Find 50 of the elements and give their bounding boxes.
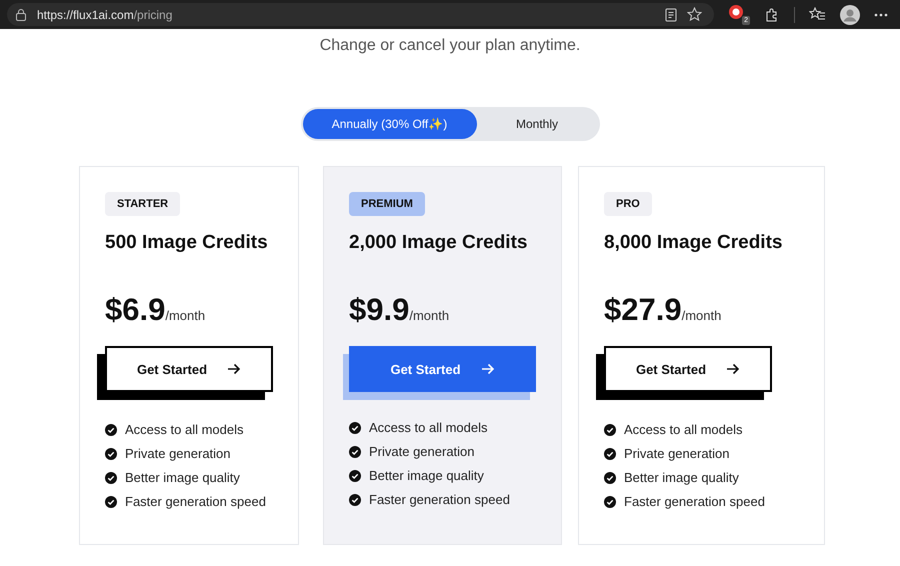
check-icon bbox=[604, 472, 616, 484]
avatar-icon[interactable] bbox=[840, 4, 860, 24]
arrow-icon bbox=[227, 363, 242, 375]
check-icon bbox=[349, 470, 361, 482]
feature-text: Access to all models bbox=[369, 420, 488, 435]
billing-option[interactable]: Monthly bbox=[476, 109, 598, 139]
price-period: /month bbox=[165, 308, 206, 323]
feature-text: Private generation bbox=[369, 444, 475, 459]
check-icon bbox=[604, 496, 616, 508]
plan-badge: STARTER bbox=[105, 192, 180, 216]
check-icon bbox=[105, 472, 117, 484]
feature-text: Faster generation speed bbox=[369, 492, 510, 507]
check-icon bbox=[105, 496, 117, 508]
arrow-icon bbox=[726, 363, 740, 375]
plan-badge: PRO bbox=[604, 192, 652, 216]
plan-badge: PREMIUM bbox=[349, 192, 425, 216]
star-icon[interactable] bbox=[687, 7, 702, 22]
subtitle: Change or cancel your plan anytime. bbox=[320, 37, 580, 55]
plan-title: 2,000 Image Credits bbox=[349, 232, 528, 254]
check-icon bbox=[105, 448, 117, 460]
more-icon[interactable] bbox=[874, 12, 888, 16]
feature-text: Better image quality bbox=[125, 470, 240, 485]
feature-text: Private generation bbox=[125, 446, 231, 461]
price: $9.9 bbox=[349, 292, 410, 328]
feature-text: Private generation bbox=[624, 446, 730, 461]
feature-text: Faster generation speed bbox=[624, 494, 765, 509]
plan-title: 500 Image Credits bbox=[105, 232, 269, 254]
address-bar[interactable]: https://flux1ai.com/pricing bbox=[7, 3, 714, 26]
feature-text: Access to all models bbox=[624, 422, 742, 437]
plan-title: 8,000 Image Credits bbox=[604, 232, 784, 254]
favorites-icon[interactable] bbox=[809, 7, 826, 22]
arrow-icon bbox=[480, 363, 495, 375]
check-icon bbox=[349, 446, 361, 458]
url-text: https://flux1ai.com/pricing bbox=[37, 8, 172, 22]
reader-icon[interactable] bbox=[665, 8, 677, 22]
price-period: /month bbox=[409, 308, 450, 323]
feature-text: Better image quality bbox=[624, 470, 739, 485]
price: $6.9 bbox=[105, 292, 166, 328]
check-icon bbox=[349, 494, 361, 506]
check-icon bbox=[604, 424, 616, 436]
lock-icon bbox=[15, 8, 27, 21]
check-icon bbox=[105, 424, 117, 436]
check-icon bbox=[349, 422, 361, 434]
feature-text: Faster generation speed bbox=[125, 494, 266, 509]
check-icon bbox=[604, 448, 616, 460]
price: $27.9 bbox=[604, 292, 682, 328]
price-period: /month bbox=[682, 308, 722, 323]
feature-text: Better image quality bbox=[369, 468, 484, 483]
billing-option[interactable]: Annually (30% Off✨) bbox=[302, 109, 476, 139]
feature-text: Access to all models bbox=[125, 422, 244, 437]
